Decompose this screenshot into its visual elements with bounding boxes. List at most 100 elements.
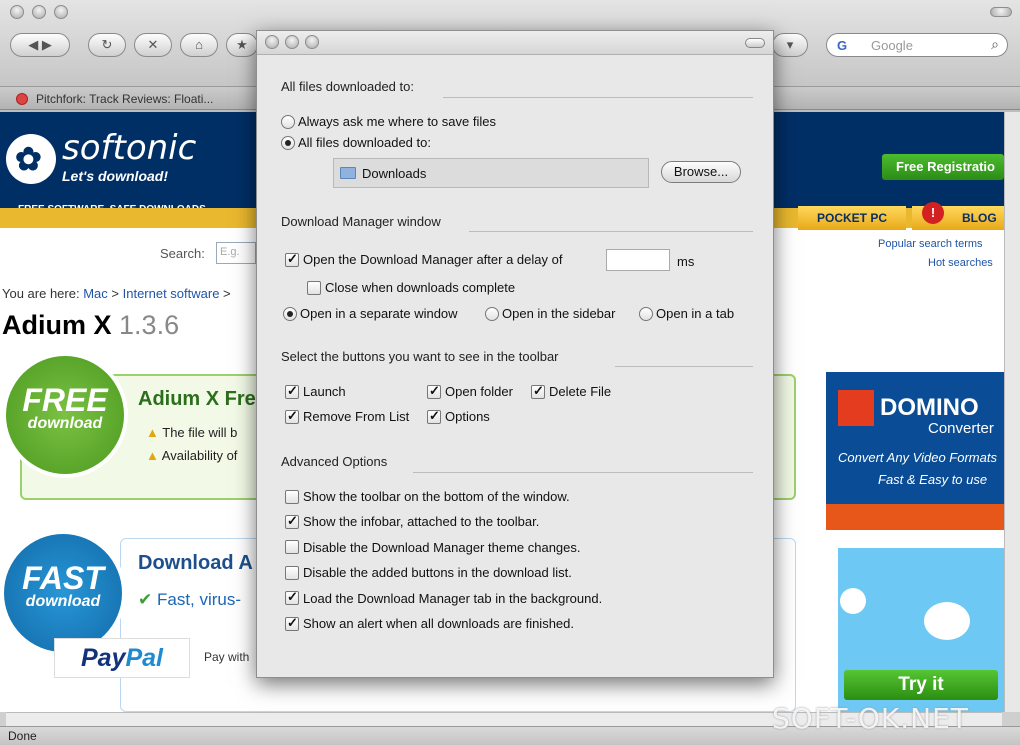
radio-button[interactable] [485, 306, 499, 321]
radio-button[interactable] [281, 114, 295, 129]
browse-button[interactable]: Browse... [661, 161, 741, 183]
checkbox[interactable] [427, 408, 441, 424]
advanced-option[interactable]: Show an alert when all downloads are fin… [285, 615, 574, 631]
checkbox-close-complete[interactable]: Close when downloads complete [307, 280, 515, 295]
checkbox-remove-list-label: Remove From List [303, 409, 410, 424]
site-slogan: Let's download! [62, 168, 168, 184]
checkbox-delete-file[interactable]: Delete File [531, 383, 611, 399]
free-note-2-text: Availability of [161, 448, 238, 463]
vertical-scrollbar[interactable] [1004, 112, 1020, 712]
advanced-option-label: Disable the Download Manager theme chang… [303, 539, 581, 555]
dialog-toolbar-toggle-icon[interactable] [745, 38, 765, 48]
checkbox-options[interactable]: Options [427, 408, 490, 424]
checkbox-open-folder[interactable]: Open folder [427, 383, 513, 399]
tab-title: Pitchfork: Track Reviews: Floati... [36, 92, 214, 106]
paypal-logo[interactable]: PayPal [54, 638, 190, 678]
free-download-badge[interactable]: FREE download [6, 356, 124, 474]
dialog-minimize-icon[interactable] [285, 35, 299, 49]
back-icon[interactable]: ◀ [28, 37, 38, 52]
paypal-logo-a: Pay [80, 644, 126, 672]
radio-all-files[interactable]: All files downloaded to: [281, 135, 431, 150]
minimize-window-icon[interactable] [32, 5, 46, 19]
radio-open-separate[interactable]: Open in a separate window [283, 306, 458, 321]
checkbox[interactable] [427, 383, 441, 399]
checkbox[interactable] [531, 383, 545, 399]
checkbox[interactable] [285, 615, 299, 631]
checkbox[interactable] [285, 513, 299, 529]
reload-icon[interactable]: ↻ [88, 33, 126, 57]
close-window-icon[interactable] [10, 5, 24, 19]
breadcrumb-mac[interactable]: Mac [83, 286, 108, 301]
radio-button[interactable] [639, 306, 653, 321]
domino-logo-icon [838, 390, 874, 426]
advanced-option-label: Disable the added buttons in the downloa… [303, 565, 572, 581]
section-window-heading: Download Manager window [281, 214, 441, 229]
fast-line-text: Fast, virus- [156, 590, 242, 609]
fast-download-heading[interactable]: Download A [138, 552, 253, 575]
domino-subtitle: Converter [928, 420, 994, 437]
delay-input[interactable] [606, 249, 670, 271]
forward-icon[interactable]: ▶ [42, 37, 52, 52]
checkbox[interactable] [285, 408, 299, 424]
radio-open-sidebar-label: Open in the sidebar [502, 306, 616, 321]
checkbox[interactable] [285, 540, 299, 555]
checkbox[interactable] [285, 383, 299, 399]
checkbox-launch[interactable]: Launch [285, 383, 346, 399]
checkbox-remove-list[interactable]: Remove From List [285, 408, 410, 424]
site-brand[interactable]: softonic [62, 128, 196, 168]
home-icon[interactable]: ⌂ [180, 33, 218, 57]
cloud-icon [924, 602, 970, 640]
advanced-option[interactable]: Disable the Download Manager theme chang… [285, 540, 581, 555]
radio-button[interactable] [281, 135, 295, 150]
rss-dropdown-icon[interactable]: ▾ [772, 33, 808, 57]
hot-searches-link[interactable]: Hot searches [928, 257, 993, 269]
advanced-option[interactable]: Load the Download Manager tab in the bac… [285, 589, 602, 606]
checkbox[interactable] [307, 280, 321, 295]
checkbox-open-delay[interactable]: Open the Download Manager after a delay … [285, 251, 562, 267]
breadcrumb-internet-software[interactable]: Internet software [123, 286, 220, 301]
section-divider [413, 472, 753, 473]
advanced-option-label: Show the infobar, attached to the toolba… [303, 514, 540, 530]
radio-open-tab[interactable]: Open in a tab [639, 306, 734, 321]
advanced-option[interactable]: Show the infobar, attached to the toolba… [285, 513, 540, 530]
fast-download-badge[interactable]: FAST download [4, 534, 122, 652]
radio-always-ask[interactable]: Always ask me where to save files [281, 114, 496, 129]
bookmark-icon[interactable]: ★ [226, 33, 258, 57]
site-search-input[interactable]: E.g. [216, 242, 256, 264]
tab-pocket-pc[interactable]: POCKET PC [798, 206, 906, 230]
checkbox[interactable] [285, 589, 299, 606]
free-note-1: ▲ The file will b [146, 425, 237, 440]
dialog-zoom-icon[interactable] [305, 35, 319, 49]
back-forward-buttons[interactable]: ◀ ▶ [10, 33, 70, 57]
advanced-option[interactable]: Show the toolbar on the bottom of the wi… [285, 489, 570, 504]
dialog-close-icon[interactable] [265, 35, 279, 49]
magnifier-icon[interactable]: ⌕ [991, 36, 999, 53]
radio-button[interactable] [283, 306, 297, 321]
zoom-window-icon[interactable] [54, 5, 68, 19]
search-input[interactable]: Google [871, 38, 913, 53]
stop-icon[interactable]: ✕ [134, 33, 172, 57]
checkbox[interactable] [285, 489, 299, 504]
site-search-label: Search: [160, 246, 205, 261]
warning-icon: ▲ [146, 425, 159, 440]
app-name: Adium X [2, 310, 112, 340]
breadcrumb: You are here: Mac > Internet software > [2, 286, 231, 301]
radio-open-sidebar[interactable]: Open in the sidebar [485, 306, 615, 321]
radio-always-ask-label: Always ask me where to save files [298, 114, 496, 129]
folder-icon [340, 167, 356, 179]
advanced-option[interactable]: Disable the added buttons in the downloa… [285, 565, 572, 580]
register-button[interactable]: Free Registratio [882, 154, 1004, 180]
domino-line-1: Convert Any Video Formats [838, 450, 997, 465]
free-note-1-text: The file will b [162, 425, 238, 440]
softonic-logo-icon[interactable]: ✿ [6, 134, 56, 184]
try-it-button[interactable]: Try it [844, 670, 998, 700]
free-download-heading[interactable]: Adium X Fre [138, 388, 256, 411]
search-engine-icon[interactable]: G [837, 38, 847, 53]
checkbox[interactable] [285, 565, 299, 580]
browser-tab[interactable]: Pitchfork: Track Reviews: Floati... [6, 89, 242, 109]
download-folder-field[interactable]: Downloads [333, 158, 649, 188]
toolbar-toggle-icon[interactable] [990, 7, 1012, 17]
search-field[interactable]: G Google ⌕ [826, 33, 1008, 57]
checkbox[interactable] [285, 251, 299, 267]
popular-link[interactable]: Popular search terms [878, 238, 983, 250]
